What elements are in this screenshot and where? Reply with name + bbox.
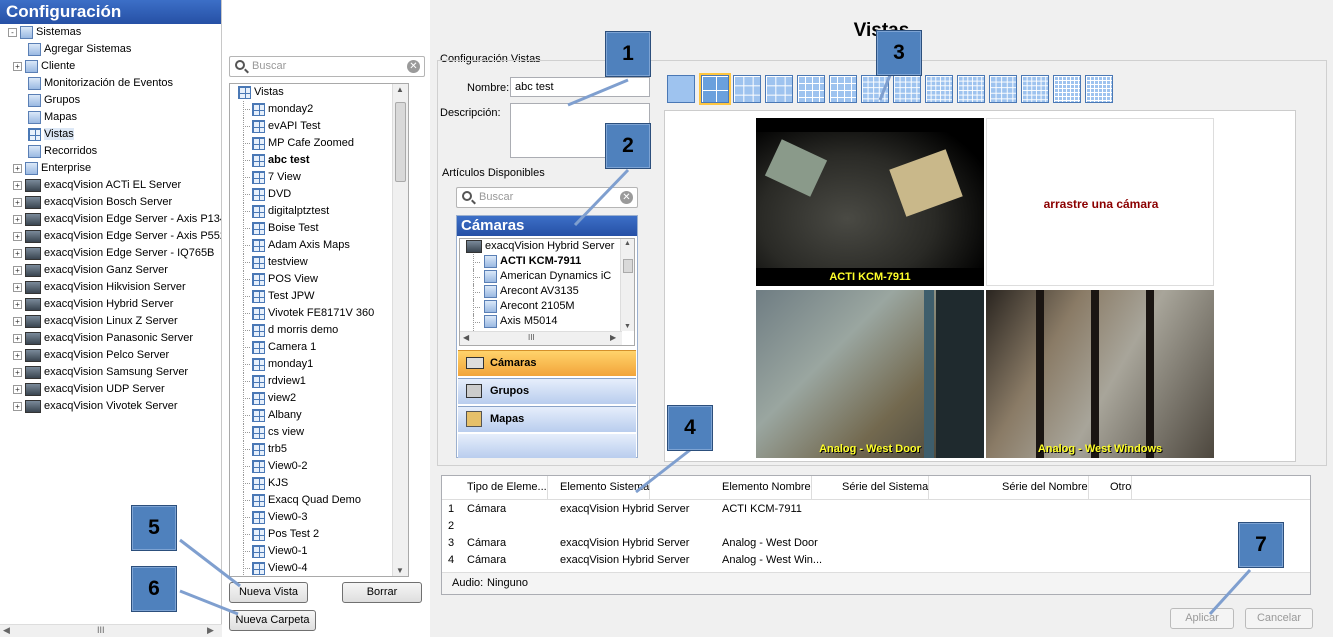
callout-6-arrow bbox=[179, 589, 239, 616]
callout-1-arrow bbox=[567, 78, 629, 107]
callout-4-arrow bbox=[635, 448, 691, 494]
callout-2-arrow bbox=[573, 168, 630, 227]
callout-2: 2 bbox=[605, 123, 651, 169]
callout-5: 5 bbox=[131, 505, 177, 551]
callout-1: 1 bbox=[605, 31, 651, 77]
callout-6: 6 bbox=[131, 566, 177, 612]
callout-arrows bbox=[179, 57, 1252, 616]
callout-3: 3 bbox=[876, 30, 922, 76]
callout-5-arrow bbox=[179, 538, 241, 588]
callout-7-arrow bbox=[1208, 568, 1252, 616]
callout-4: 4 bbox=[667, 405, 713, 451]
callout-7: 7 bbox=[1238, 522, 1284, 568]
